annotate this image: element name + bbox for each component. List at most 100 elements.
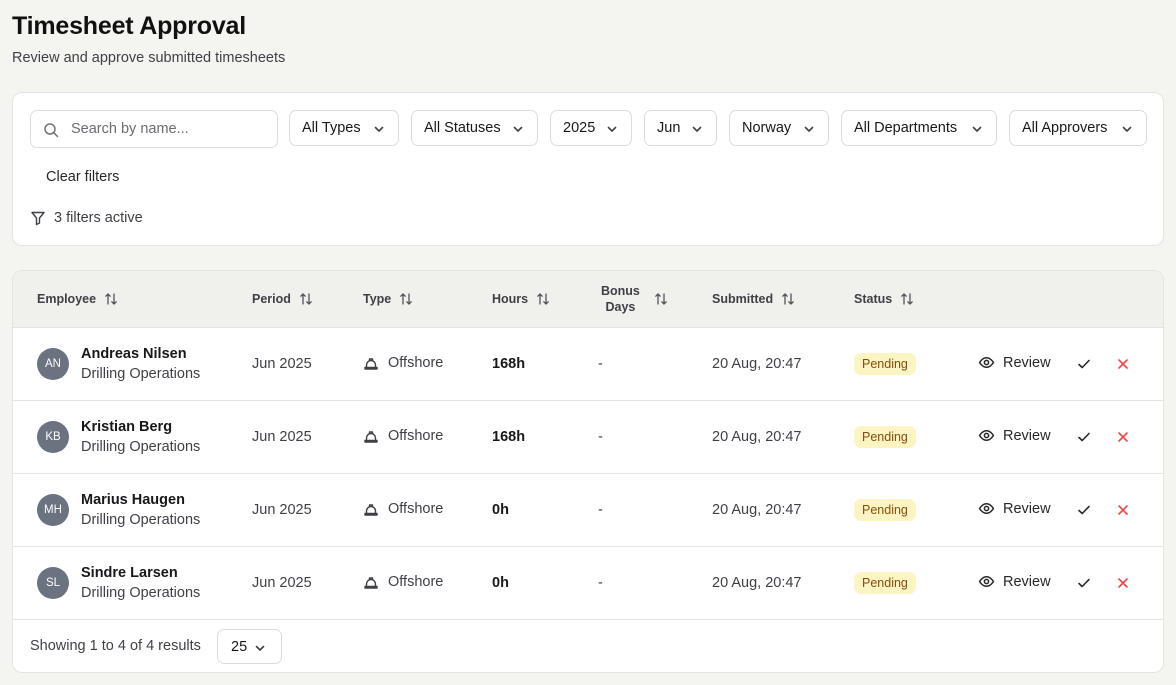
column-header-period[interactable]: Period <box>252 292 313 306</box>
hard-hat-icon <box>364 504 378 516</box>
status-badge: Pending <box>854 426 916 448</box>
year-filter-dropdown[interactable]: 2025 <box>550 110 632 146</box>
submitted-cell: 20 Aug, 20:47 <box>712 429 802 445</box>
x-icon[interactable] <box>1115 356 1131 372</box>
status-badge: Pending <box>854 499 916 521</box>
bonus-days-cell: - <box>598 356 603 372</box>
table-header: Employee Period Type Hours Bonus Days Su… <box>13 271 1163 328</box>
type-filter-dropdown[interactable]: All Types <box>289 110 399 146</box>
column-header-bonus-days[interactable]: Bonus Days <box>601 283 668 315</box>
review-button-label: Review <box>1003 427 1051 444</box>
table-row: SL Sindre Larsen Drilling Operations Jun… <box>13 547 1163 620</box>
column-header-type[interactable]: Type <box>363 292 413 306</box>
employee-department: Drilling Operations <box>81 585 201 601</box>
column-label: Submitted <box>712 292 774 306</box>
country-filter-dropdown[interactable]: Norway <box>729 110 829 146</box>
per-page-value: 25 <box>231 638 248 655</box>
hours-cell: 168h <box>492 356 526 372</box>
employee-name: Marius Haugen <box>81 492 185 508</box>
timesheet-table: Employee Period Type Hours Bonus Days Su… <box>12 270 1164 673</box>
review-button[interactable]: Review <box>978 573 1051 590</box>
period-cell: Jun 2025 <box>252 575 312 591</box>
type-label: Offshore <box>388 428 444 444</box>
search-input[interactable] <box>71 119 271 139</box>
approver-filter-dropdown[interactable]: All Approvers <box>1009 110 1147 146</box>
review-button[interactable]: Review <box>978 500 1051 517</box>
country-filter-value: Norway <box>742 120 792 136</box>
filter-panel: All Types All Statuses 2025 Jun Norway A… <box>12 92 1164 246</box>
x-icon[interactable] <box>1115 575 1131 591</box>
department-filter-value: All Departments <box>854 120 958 136</box>
review-button-label: Review <box>1003 500 1051 517</box>
sort-icon <box>105 293 117 305</box>
column-header-status[interactable]: Status <box>854 292 914 306</box>
timesheet-approval-page: Timesheet Approval Review and approve su… <box>0 0 1176 685</box>
approver-filter-value: All Approvers <box>1022 120 1108 136</box>
per-page-select[interactable]: 25 <box>217 629 282 664</box>
column-label-two-line: Bonus Days <box>601 283 640 315</box>
column-header-hours[interactable]: Hours <box>492 292 550 306</box>
chevron-down-icon <box>972 126 982 132</box>
search-box[interactable] <box>30 110 278 148</box>
sort-icon <box>901 293 914 305</box>
status-filter-dropdown[interactable]: All Statuses <box>411 110 538 146</box>
type-label: Offshore <box>388 355 444 371</box>
review-button[interactable]: Review <box>978 427 1051 444</box>
department-filter-dropdown[interactable]: All Departments <box>841 110 997 146</box>
type-cell: Offshore <box>363 428 443 444</box>
eye-icon <box>978 575 995 588</box>
active-filters-label: 3 filters active <box>54 210 143 226</box>
period-cell: Jun 2025 <box>252 429 312 445</box>
check-icon[interactable] <box>1076 356 1092 372</box>
check-icon[interactable] <box>1076 502 1092 518</box>
employee-name: Sindre Larsen <box>81 565 178 581</box>
avatar: MH <box>37 494 69 526</box>
page-subtitle: Review and approve submitted timesheets <box>12 50 286 66</box>
active-filters-indicator: 3 filters active <box>30 210 143 226</box>
column-label-line2: Days <box>605 300 636 314</box>
bonus-days-cell: - <box>598 502 603 518</box>
month-filter-value: Jun <box>657 120 681 136</box>
status-badge: Pending <box>854 353 916 375</box>
period-cell: Jun 2025 <box>252 356 312 372</box>
hours-cell: 0h <box>492 502 509 518</box>
chevron-down-icon <box>1122 126 1132 132</box>
check-icon[interactable] <box>1076 575 1092 591</box>
clear-filters-button[interactable]: Clear filters <box>46 169 119 185</box>
x-icon[interactable] <box>1115 502 1131 518</box>
employee-name: Kristian Berg <box>81 419 173 435</box>
avatar: SL <box>37 567 69 599</box>
type-label: Offshore <box>388 574 444 590</box>
review-button[interactable]: Review <box>978 354 1051 371</box>
filter-icon <box>31 211 45 226</box>
type-cell: Offshore <box>363 355 443 371</box>
column-label: Hours <box>492 292 529 306</box>
sort-icon <box>655 293 667 305</box>
x-icon[interactable] <box>1115 429 1131 445</box>
bonus-days-cell: - <box>598 429 603 445</box>
hours-cell: 168h <box>492 429 526 445</box>
year-filter-value: 2025 <box>563 120 596 136</box>
review-button-label: Review <box>1003 354 1051 371</box>
employee-department: Drilling Operations <box>81 366 201 382</box>
eye-icon <box>978 356 995 369</box>
type-label: Offshore <box>388 501 444 517</box>
bonus-days-cell: - <box>598 575 603 591</box>
column-header-employee[interactable]: Employee <box>37 292 118 306</box>
sort-icon <box>300 293 312 305</box>
table-row: KB Kristian Berg Drilling Operations Jun… <box>13 401 1163 474</box>
type-cell: Offshore <box>363 574 443 590</box>
hard-hat-icon <box>364 577 378 589</box>
status-badge: Pending <box>854 572 916 594</box>
employee-name: Andreas Nilsen <box>81 346 187 362</box>
month-filter-dropdown[interactable]: Jun <box>644 110 717 146</box>
search-icon <box>44 123 59 138</box>
column-header-submitted[interactable]: Submitted <box>712 292 795 306</box>
submitted-cell: 20 Aug, 20:47 <box>712 356 802 372</box>
chevron-down-icon <box>255 645 265 651</box>
submitted-cell: 20 Aug, 20:47 <box>712 575 802 591</box>
chevron-down-icon <box>804 126 814 132</box>
chevron-down-icon <box>692 126 702 132</box>
chevron-down-icon <box>513 126 523 132</box>
check-icon[interactable] <box>1076 429 1092 445</box>
